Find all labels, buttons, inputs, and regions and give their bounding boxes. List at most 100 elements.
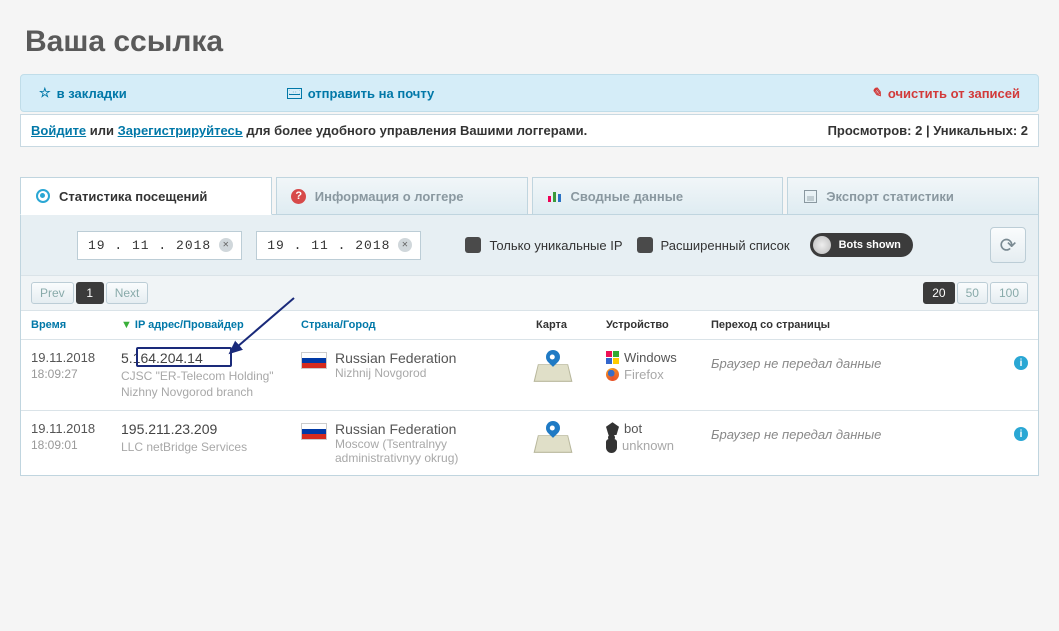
register-link[interactable]: Зарегистрируйтесь [118,123,243,138]
date-to-input[interactable]: 19 . 11 . 2018 ✕ [256,231,421,260]
table-row: 19.11.2018 18:09:01 195.211.23.209 LLC n… [21,411,1038,475]
export-icon [802,188,818,204]
checkbox-icon [637,237,653,253]
header-device: Устройство [606,319,711,331]
header-ip-label: IP адрес/Провайдер [135,319,244,331]
next-button[interactable]: Next [106,282,149,304]
clear-date-to-icon[interactable]: ✕ [398,238,412,252]
windows-icon [606,351,619,364]
date-to-value: 19 . 11 . 2018 [267,238,390,253]
views-label: Просмотров: [828,123,916,138]
eye-icon [35,188,51,204]
row-os: bot [624,421,642,436]
row-city: Nizhnij Novgorod [335,366,456,380]
date-from-input[interactable]: 19 . 11 . 2018 ✕ [77,231,242,260]
clear-records-label: очистить от записей [888,86,1020,101]
header-country[interactable]: Страна/Город [301,319,536,331]
prev-button[interactable]: Prev [31,282,74,304]
tab-stats[interactable]: Статистика посещений [20,177,272,215]
header-ip[interactable]: ▼IP адрес/Провайдер [121,319,301,331]
cell-country: Russian Federation Moscow (Tsentralnyy a… [301,421,536,465]
cell-referrer: Браузер не передал данные [711,350,998,371]
header-map: Карта [536,319,606,331]
unknown-icon [606,439,617,453]
row-provider: CJSC "ER-Telecom Holding" Nizhny Novgoro… [121,369,301,400]
info-button[interactable]: i [1014,427,1028,441]
row-country: Russian Federation [335,350,456,366]
tab-info[interactable]: ? Информация о логгере [276,177,528,215]
cell-referrer: Браузер не передал данные [711,421,998,442]
unique-label: Уникальных: [933,123,1021,138]
send-mail-link[interactable]: отправить на почту [287,86,435,101]
row-provider: LLC netBridge Services [121,440,301,456]
flag-ru-icon [301,352,327,369]
star-icon: ☆ [39,85,51,101]
checkbox-icon [465,237,481,253]
info-button[interactable]: i [1014,356,1028,370]
login-info-bar: Войдите или Зарегистрируйтесь для более … [20,114,1039,147]
expanded-list-label: Расширенный список [661,238,790,253]
expanded-list-checkbox[interactable]: Расширенный список [637,237,790,253]
cell-ip: 195.211.23.209 LLC netBridge Services [121,421,301,456]
or-text: или [86,123,117,138]
cell-ip: 5.164.204.14 CJSC "ER-Telecom Holding" N… [121,350,301,400]
tab-export[interactable]: Экспорт статистики [787,177,1039,215]
cell-country: Russian Federation Nizhnij Novgorod [301,350,536,380]
row-browser: unknown [622,438,674,453]
login-tail: для более удобного управления Вашими лог… [243,123,587,138]
bots-toggle[interactable]: Bots shown [810,233,913,257]
table-row: 19.11.2018 18:09:27 5.164.204.14 CJSC "E… [21,340,1038,411]
row-country: Russian Federation [335,421,536,437]
bots-toggle-label: Bots shown [839,239,901,251]
tab-stats-label: Статистика посещений [59,189,207,204]
tab-summary[interactable]: Сводные данные [532,177,784,215]
clear-records-link[interactable]: ✎ очистить от записей [871,85,1020,101]
envelope-icon [287,88,302,99]
flag-ru-icon [301,423,327,440]
page-title: Ваша ссылка [25,25,1039,59]
top-actions-bar: ☆ в закладки отправить на почту ✎ очисти… [20,74,1039,112]
cell-time: 19.11.2018 18:09:27 [31,350,121,381]
refresh-button[interactable]: ⟳ [990,227,1026,263]
map-pin-icon[interactable] [536,350,570,382]
question-icon: ? [291,188,307,204]
table-header: Время ▼IP адрес/Провайдер Страна/Город К… [21,311,1038,340]
pagesize-50[interactable]: 50 [957,282,988,304]
filter-row: 19 . 11 . 2018 ✕ 19 . 11 . 2018 ✕ Только… [21,215,1038,275]
pager-row: Prev 1 Next 20 50 100 [21,275,1038,311]
tab-export-label: Экспорт статистики [826,189,954,204]
login-link[interactable]: Войдите [31,123,86,138]
unique-value: 2 [1021,123,1028,138]
send-mail-label: отправить на почту [308,86,435,101]
cell-map [536,421,606,456]
cell-map [536,350,606,385]
sort-arrow-icon: ▼ [121,319,132,331]
row-browser: Firefox [624,367,664,382]
firefox-icon [606,368,619,381]
tabs: Статистика посещений ? Информация о логг… [20,177,1039,215]
unique-ip-checkbox[interactable]: Только уникальные IP [465,237,622,253]
eraser-icon: ✎ [871,85,882,101]
row-ip[interactable]: 195.211.23.209 [121,421,301,437]
row-time: 18:09:01 [31,438,121,452]
date-from-value: 19 . 11 . 2018 [88,238,211,253]
view-counts: Просмотров: 2 | Уникальных: 2 [828,123,1028,138]
row-city: Moscow (Tsentralnyy administrativnyy okr… [335,437,536,465]
page-current[interactable]: 1 [76,282,104,304]
pagesize-20[interactable]: 20 [923,282,954,304]
stats-panel: 19 . 11 . 2018 ✕ 19 . 11 . 2018 ✕ Только… [20,214,1039,476]
header-referrer: Переход со страницы [711,319,998,331]
map-pin-icon[interactable] [536,421,570,453]
row-date: 19.11.2018 [31,350,121,365]
row-ip[interactable]: 5.164.204.14 [121,350,301,366]
cell-time: 19.11.2018 18:09:01 [31,421,121,452]
refresh-icon: ⟳ [1000,233,1017,258]
barchart-icon [547,188,563,204]
clear-date-from-icon[interactable]: ✕ [219,238,233,252]
pagesize-100[interactable]: 100 [990,282,1028,304]
toggle-knob-icon [813,236,831,254]
bookmarks-label: в закладки [57,86,127,101]
header-time[interactable]: Время [31,319,121,331]
row-time: 18:09:27 [31,367,121,381]
bookmarks-link[interactable]: ☆ в закладки [39,85,127,101]
